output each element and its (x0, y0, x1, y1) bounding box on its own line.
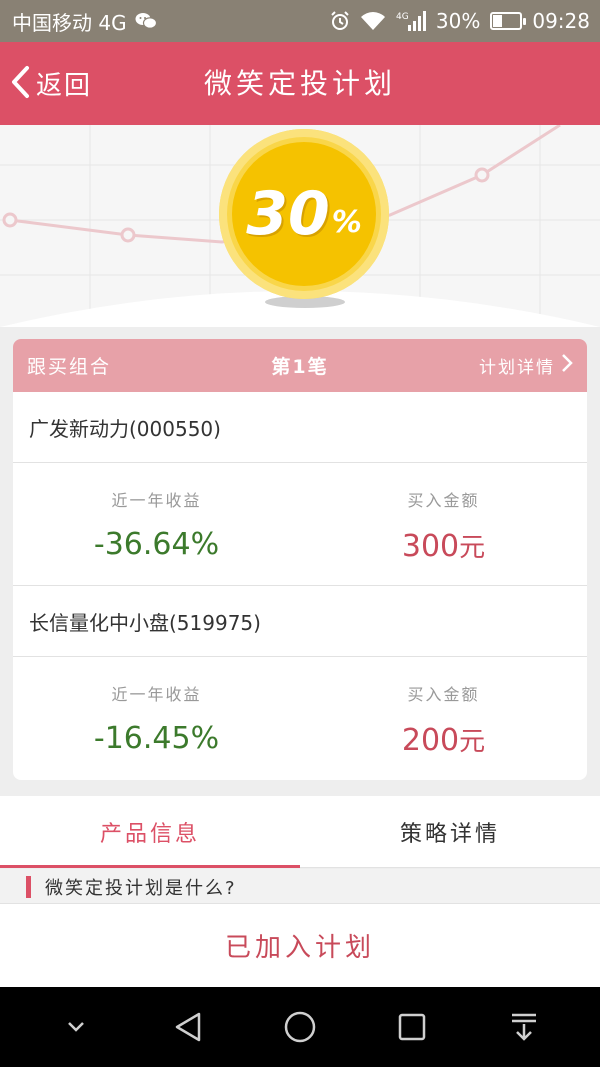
amount-label: 买入金额 (407, 685, 480, 704)
plan-details-link[interactable]: 计划详情 (413, 353, 573, 378)
back-triangle-icon[interactable] (158, 997, 218, 1057)
fund-return: 近一年收益 -36.64% (13, 463, 300, 585)
amount-unit: 元 (459, 533, 486, 563)
status-bar: 中国移动 4G 4G 30% 09:28 (0, 0, 600, 42)
svg-text:4G: 4G (396, 12, 409, 22)
notification-pull-icon[interactable] (494, 997, 554, 1057)
amount-value: 200 (401, 723, 460, 758)
amount-unit: 元 (459, 727, 486, 757)
section-accent-bar (26, 876, 31, 898)
clock: 09:28 (532, 9, 590, 33)
hero-banner: 30 % (0, 125, 600, 327)
chevron-left-icon (10, 65, 30, 103)
battery-icon (490, 12, 527, 30)
plan-details-label: 计划详情 (478, 358, 555, 378)
section-heading: 微笑定投计划是什么? (0, 869, 600, 905)
amount-value: 300 (401, 529, 460, 564)
chevron-down-icon[interactable] (46, 997, 106, 1057)
fund-amount: 买入金额 200元 (300, 657, 587, 780)
coin-percent-value: 30 (246, 179, 330, 249)
coin-percent-sign: % (331, 204, 362, 240)
signal-4g-icon: 4G (396, 10, 426, 32)
amount-label: 买入金额 (407, 491, 480, 510)
return-label: 近一年收益 (111, 685, 202, 704)
fund-name[interactable]: 长信量化中小盘(519975) (13, 586, 587, 657)
battery-fill (493, 15, 502, 27)
status-left: 中国移动 4G (12, 7, 157, 36)
wifi-icon (360, 11, 386, 31)
system-nav-bar (0, 987, 600, 1067)
alarm-icon (330, 11, 350, 31)
tab-bar: 产品信息 策略详情 (0, 796, 600, 868)
recents-square-icon[interactable] (382, 997, 442, 1057)
return-value: -16.45% (93, 721, 220, 756)
return-value: -36.64% (93, 527, 220, 562)
wechat-icon (135, 12, 157, 30)
back-label: 返回 (36, 71, 93, 101)
card-header: 跟买组合 第1笔 计划详情 (13, 339, 587, 392)
chevron-right-icon (561, 353, 573, 378)
tab-strategy-details[interactable]: 策略详情 (300, 796, 600, 867)
fund-return: 近一年收益 -16.45% (13, 657, 300, 780)
portfolio-card: 跟买组合 第1笔 计划详情 广发新动力(000550) 近一年收益 -36.64… (13, 339, 587, 780)
carrier-label: 中国移动 4G (12, 10, 127, 35)
home-circle-icon[interactable] (270, 997, 330, 1057)
card-header-mid: 第1笔 (271, 356, 329, 378)
card-header-left: 跟买组合 (27, 356, 112, 378)
percent-coin: 30 % (219, 129, 389, 299)
fund-stats: 近一年收益 -36.64% 买入金额 300元 (13, 463, 587, 586)
section-question: 微笑定投计划是什么? (45, 878, 237, 899)
fund-amount: 买入金额 300元 (300, 463, 587, 585)
tab-product-info[interactable]: 产品信息 (0, 796, 300, 868)
amount-display: 200元 (402, 721, 485, 758)
fund-name[interactable]: 广发新动力(000550) (13, 392, 587, 463)
back-button[interactable]: 返回 (10, 42, 92, 125)
title-bar: 返回 微笑定投计划 (0, 42, 600, 125)
joined-plan-button[interactable]: 已加入计划 (0, 903, 600, 987)
amount-display: 300元 (402, 527, 485, 564)
fund-stats: 近一年收益 -16.45% 买入金额 200元 (13, 657, 587, 780)
status-right: 4G 30% 09:28 (330, 9, 590, 33)
battery-percent: 30% (435, 9, 481, 33)
return-label: 近一年收益 (111, 491, 202, 510)
